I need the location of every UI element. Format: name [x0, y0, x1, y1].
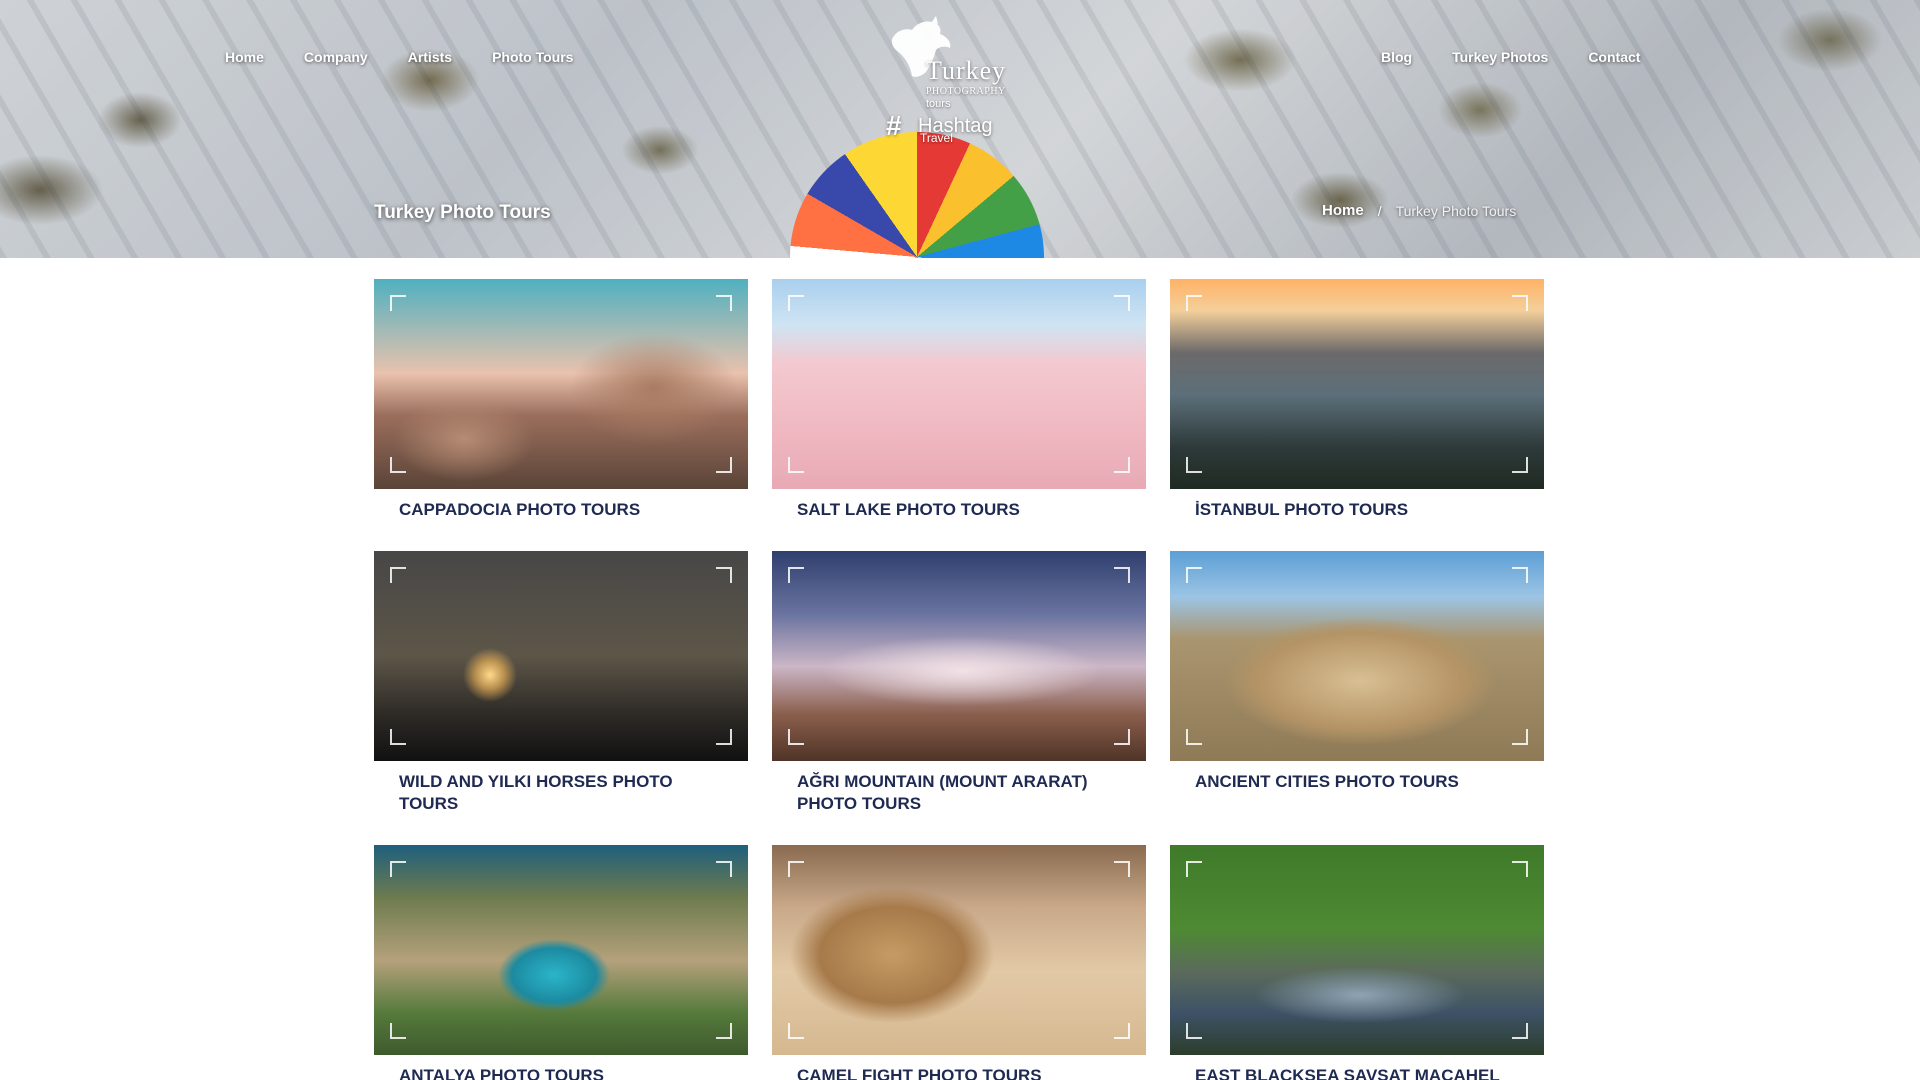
- main-nav-left: Home Company Artists Photo Tours: [225, 49, 573, 65]
- logo-travel-text: Travel: [920, 131, 953, 145]
- logo-brand-text: Turkey: [926, 56, 1007, 85]
- site-logo[interactable]: Turkey PHOTOGRAPHY tours # Hashtag Trave…: [880, 12, 1030, 144]
- tour-card-istanbul[interactable]: İSTANBUL PHOTO TOURS: [1170, 279, 1544, 551]
- tour-title-cappadocia[interactable]: CAPPADOCIA PHOTO TOURS: [374, 489, 748, 551]
- tour-image-antalya[interactable]: [374, 845, 748, 1055]
- breadcrumb-home-link[interactable]: Home: [1322, 202, 1364, 219]
- hot-air-balloon-image: [790, 132, 1044, 258]
- tour-image-istanbul[interactable]: [1170, 279, 1544, 489]
- tour-card-horses[interactable]: WILD AND YILKI HORSES PHOTO TOURS: [374, 551, 748, 845]
- tour-title-salt-lake[interactable]: SALT LAKE PHOTO TOURS: [772, 489, 1146, 551]
- nav-photo-tours[interactable]: Photo Tours: [492, 49, 573, 65]
- main-nav-right: Blog Turkey Photos Contact: [1381, 49, 1640, 65]
- tour-card-camel-fight[interactable]: CAMEL FIGHT PHOTO TOURS: [772, 845, 1146, 1080]
- tour-image-ancient-cities[interactable]: [1170, 551, 1544, 761]
- tour-card-savsat-macahel[interactable]: EAST BLACKSEA SAVSAT MACAHEL: [1170, 845, 1544, 1080]
- tour-image-camel-fight[interactable]: [772, 845, 1146, 1055]
- tour-image-horses[interactable]: [374, 551, 748, 761]
- logo-subtitle: PHOTOGRAPHY: [926, 86, 1006, 97]
- page-title: Turkey Photo Tours: [374, 202, 551, 223]
- tour-title-savsat-macahel[interactable]: EAST BLACKSEA SAVSAT MACAHEL: [1170, 1055, 1544, 1080]
- nav-company[interactable]: Company: [304, 49, 368, 65]
- tour-grid: CAPPADOCIA PHOTO TOURS SALT LAKE PHOTO T…: [374, 279, 1546, 1080]
- nav-home[interactable]: Home: [225, 49, 264, 65]
- breadcrumb-separator: /: [1377, 202, 1382, 219]
- tour-title-horses[interactable]: WILD AND YILKI HORSES PHOTO TOURS: [374, 761, 748, 845]
- tour-image-cappadocia[interactable]: [374, 279, 748, 489]
- tour-card-salt-lake[interactable]: SALT LAKE PHOTO TOURS: [772, 279, 1146, 551]
- nav-contact[interactable]: Contact: [1588, 49, 1640, 65]
- tour-title-istanbul[interactable]: İSTANBUL PHOTO TOURS: [1170, 489, 1544, 551]
- tour-title-agri-mountain[interactable]: AĞRI MOUNTAIN (MOUNT ARARAT) PHOTO TOURS: [772, 761, 1146, 845]
- tour-image-savsat-macahel[interactable]: [1170, 845, 1544, 1055]
- hashtag-icon: #: [886, 110, 902, 141]
- tour-card-cappadocia[interactable]: CAPPADOCIA PHOTO TOURS: [374, 279, 748, 551]
- tour-card-agri-mountain[interactable]: AĞRI MOUNTAIN (MOUNT ARARAT) PHOTO TOURS: [772, 551, 1146, 845]
- nav-turkey-photos[interactable]: Turkey Photos: [1452, 49, 1548, 65]
- nav-blog[interactable]: Blog: [1381, 49, 1412, 65]
- tour-title-antalya[interactable]: ANTALYA PHOTO TOURS: [374, 1055, 748, 1080]
- nav-artists[interactable]: Artists: [408, 49, 452, 65]
- tour-title-camel-fight[interactable]: CAMEL FIGHT PHOTO TOURS: [772, 1055, 1146, 1080]
- hero-banner: Home Company Artists Photo Tours Turkey …: [0, 0, 1920, 258]
- tour-card-ancient-cities[interactable]: ANCIENT CITIES PHOTO TOURS: [1170, 551, 1544, 845]
- tour-image-agri-mountain[interactable]: [772, 551, 1146, 761]
- logo-subtitle-tours: tours: [926, 98, 951, 110]
- tour-card-antalya[interactable]: ANTALYA PHOTO TOURS: [374, 845, 748, 1080]
- breadcrumb-current: Turkey Photo Tours: [1395, 202, 1517, 219]
- tour-image-salt-lake[interactable]: [772, 279, 1146, 489]
- tour-title-ancient-cities[interactable]: ANCIENT CITIES PHOTO TOURS: [1170, 761, 1544, 845]
- breadcrumb: Home / Turkey Photo Tours: [1322, 202, 1516, 219]
